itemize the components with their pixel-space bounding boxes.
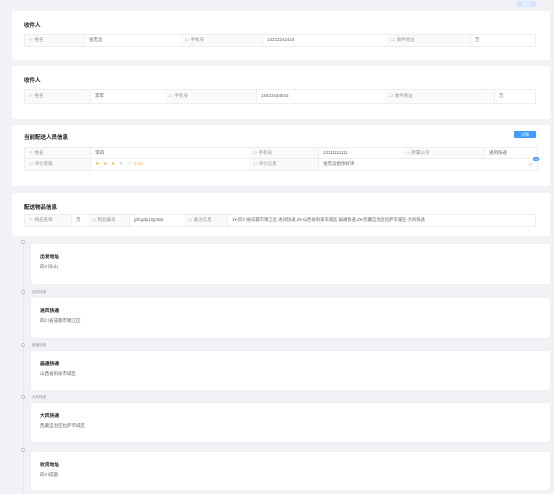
chat-count-badge: 12 [532, 157, 539, 161]
courier-review: 张无忌给你好评 ▭ 12 [319, 157, 539, 170]
courier-desc: ⚇ 姓名 李四 ☐ 手机号 13111111111 ⌂ 所属公司 进风快递 ☐ 评价等级… [24, 147, 539, 171]
weight-label: ⚇ 物品名称 [25, 215, 72, 226]
timeline-line [22, 246, 24, 492]
receiver-name: 李苹 [95, 93, 104, 98]
sender-phone: 13222242424 [267, 37, 295, 42]
trophy-icon: ☐ [29, 161, 33, 166]
timeline-time: 扁通快递 [32, 343, 46, 347]
timeline-dot [21, 343, 25, 347]
courier-rating[interactable]: ★ ★ ★ ★ ☆ 3.54 [91, 159, 249, 170]
receiver-city: 万 [499, 93, 504, 98]
timeline-title: 进风快递 [40, 309, 60, 314]
city-label: ☐ 收件地址 [385, 90, 495, 103]
timeline-dot [21, 290, 25, 294]
courier-detail-button[interactable]: 详情 [514, 131, 536, 138]
receiver-phone: 15423434543 [261, 93, 289, 98]
timeline-title: 出发地址 [40, 255, 60, 260]
note-icon: ☐ [188, 217, 192, 222]
goods-order: gfCgdy1QpWp [134, 217, 164, 222]
timeline-title: 大风快递 [40, 414, 60, 419]
comment-icon: ☐ [253, 161, 257, 166]
timeline-card-4: 大风快递 西藏自治区拉萨市城区 [31, 403, 550, 442]
route-label: ☐ 备注信息 [184, 215, 228, 226]
timeline-sub: 四川成都 [40, 472, 58, 477]
timeline-sub: 四川省成都市锦江区 [40, 318, 81, 323]
timeline-card-3: 扁通快递 山西省阳泉市城区 [31, 351, 550, 390]
user-icon: ⚇ [29, 37, 33, 42]
building-icon: ⌂ [407, 150, 410, 155]
sender-title: 收件人 [24, 23, 41, 29]
tag-icon: ☐ [92, 217, 96, 222]
phone-label: ☐ 手机号 [165, 90, 257, 103]
sender-name: 张无忌 [89, 37, 103, 42]
rating-stars[interactable]: ★ ★ ★ ★ ☆ [95, 161, 132, 167]
rating-value: 3.54 [133, 161, 143, 166]
location-icon: ☐ [389, 93, 393, 98]
goods-card: 配送物品信息 ⚇ 物品名称 万 ☐ 物品编号 gfCgdy1QpWp ☐ 备注信息 1… [12, 193, 550, 236]
timeline-title: 收货地址 [40, 463, 60, 468]
timeline-card-5: 收货地址 四川成都 [31, 452, 550, 490]
timeline-dot [21, 240, 25, 244]
timeline-sub: 西藏自治区拉萨市城区 [40, 423, 85, 428]
phone-icon: ☐ [185, 37, 189, 42]
receiver-title: 收件人 [24, 78, 41, 84]
city-label: ☐ 收件地址 [387, 35, 471, 46]
phone-icon: ☐ [253, 150, 257, 155]
timeline-time: 大风快递 [32, 395, 46, 399]
phone-icon: ☐ [169, 93, 173, 98]
review-text: 张无忌给你好评 [323, 161, 355, 166]
submit-button[interactable]: 提交 [517, 1, 536, 7]
location-icon: ☐ [391, 37, 395, 42]
timeline-sub: 山西省阳泉市城区 [40, 371, 76, 376]
courier-card: 当前配送人员信息 详情 ⚇ 姓名 李四 ☐ 手机号 13111111111 ⌂ 所属公… [12, 125, 550, 186]
receiver-card: 收件人 ⚇ 姓名 李苹 ☐ 手机号 15423434543 ☐ 收件地址 万 [12, 66, 550, 119]
goods-desc: ⚇ 物品名称 万 ☐ 物品编号 gfCgdy1QpWp ☐ 备注信息 1¥-四川省成都… [24, 214, 536, 227]
timeline-card-2: 进风快递 四川省成都市锦江区 [31, 298, 550, 338]
name-label: ⚇ 姓名 [25, 90, 91, 103]
timeline-card-1: 出发地址 四川乐山 [31, 244, 550, 284]
goods-title: 配送物品信息 [24, 205, 58, 211]
courier-name: 李四 [95, 150, 104, 155]
phone-label: ☐ 手机号 [181, 35, 263, 46]
chat-icon[interactable]: ▭ 12 [528, 157, 539, 170]
timeline-dot [21, 395, 25, 399]
timeline-time: 进风快递 [32, 290, 46, 294]
name-label: ⚇ 姓名 [25, 35, 85, 46]
receiver-desc: ⚇ 姓名 李苹 ☐ 手机号 15423434543 ☐ 收件地址 万 [24, 89, 536, 104]
goods-route: 1¥-四川省成都市锦江区-进风快递,2¥-山西省阳泉市城区-扁通快递,2¥-西藏… [232, 217, 425, 222]
order-label: ☐ 物品编号 [88, 215, 130, 226]
sender-city: 万 [475, 37, 480, 42]
timeline-dot [21, 448, 25, 452]
timeline-title: 扁通快递 [40, 362, 60, 367]
courier-title: 当前配送人员信息 [24, 135, 69, 141]
company-label: ⌂ 所属公司 [403, 148, 485, 158]
name-label: ⚇ 姓名 [25, 148, 91, 158]
phone-label: ☐ 手机号 [249, 148, 319, 158]
sender-card: 收件人 ⚇ 姓名 张无忌 ☐ 手机号 13222242424 ☐ 收件地址 万 [12, 11, 550, 60]
user-icon: ⚇ [29, 93, 33, 98]
user-icon: ⚇ [29, 150, 33, 155]
timeline-sub: 四川乐山 [40, 264, 58, 269]
star-half-icon: ★ ☆ [118, 161, 132, 167]
rating-label: ☐ 评价等级 [25, 159, 91, 170]
user-icon: ⚇ [29, 217, 33, 222]
goods-weight: 万 [76, 217, 81, 222]
courier-phone: 13111111111 [323, 150, 348, 155]
courier-company: 进风快递 [489, 150, 507, 155]
review-label: ☐ 评价信息 [249, 159, 319, 170]
sender-desc: ⚇ 姓名 张无忌 ☐ 手机号 13222242424 ☐ 收件地址 万 [24, 34, 536, 47]
